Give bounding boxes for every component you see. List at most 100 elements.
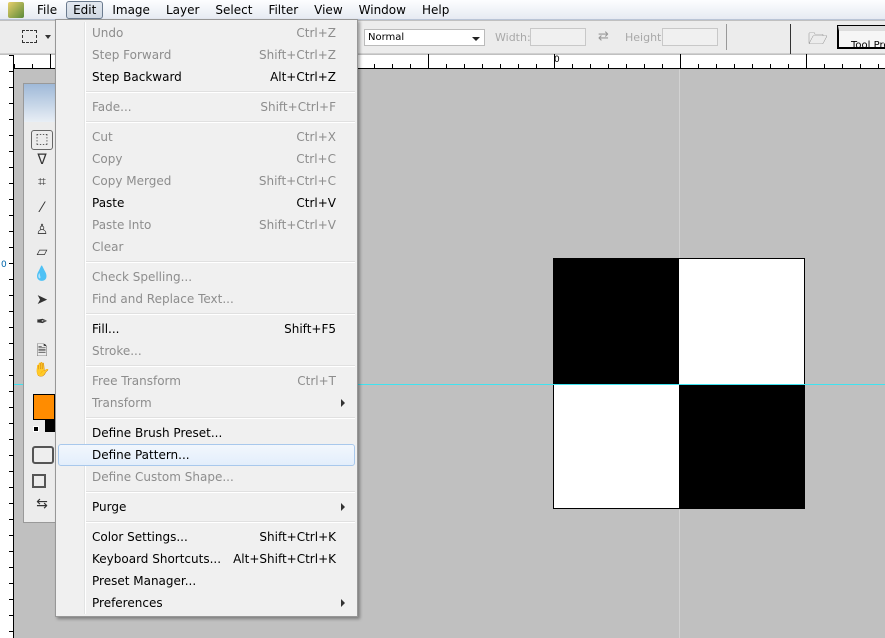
menu-item-define-pattern[interactable]: Define Pattern... [58,444,355,466]
menu-item-clear[interactable]: Clear [58,236,355,258]
ruler-tick [9,231,13,232]
rectangular-marquee-icon[interactable] [22,30,37,43]
notes-tool-icon[interactable]: 🗎 [31,340,53,360]
ruler-tick [9,71,13,72]
jump-to-imageready-icon[interactable]: ⇆ [31,496,53,516]
pen-tool-icon[interactable]: ✒ [31,314,53,334]
menu-item-step-forward[interactable]: Step Forward Shift+Ctrl+Z [58,44,355,66]
menu-separator [86,362,355,370]
menu-image[interactable]: Image [105,1,157,19]
menu-file[interactable]: File [30,1,64,19]
swap-icon[interactable]: ⇄ [598,29,609,44]
menu-item-check-spelling[interactable]: Check Spelling... [58,266,355,288]
crop-tool-icon[interactable]: ⌗ [31,174,53,194]
path-selection-icon[interactable]: ➤ [31,292,53,312]
background-color-swatch[interactable] [45,420,55,432]
ruler-tick [374,64,375,68]
ruler-tick [554,54,555,68]
hand-tool-icon[interactable]: ✋ [31,362,53,382]
menu-item-label: Color Settings... [92,530,188,544]
menu-item-shortcut: Alt+Ctrl+Z [270,70,336,84]
menu-item-preferences[interactable]: Preferences [58,592,355,614]
quick-mask-icon[interactable] [32,446,54,464]
menu-item-undo[interactable]: Undo Ctrl+Z [58,22,355,44]
ruler-tick [9,215,13,216]
blur-tool-icon[interactable]: 💧 [31,266,53,286]
healing-brush-icon[interactable]: ⁄ [31,200,53,220]
menu-item-label: Paste [92,196,125,210]
menu-separator [86,488,355,496]
menu-item-shortcut: Alt+Shift+Ctrl+K [233,552,336,566]
menu-item-free-transform[interactable]: Free Transform Ctrl+T [58,370,355,392]
marquee-tool-icon[interactable]: ⬚ [31,130,53,150]
menu-item-keyboard-shortcuts[interactable]: Keyboard Shortcuts... Alt+Shift+Ctrl+K [58,548,355,570]
menu-separator [86,414,355,422]
ruler-tick [9,487,13,488]
ruler-tick [716,64,717,68]
menu-item-fade[interactable]: Fade... Shift+Ctrl+F [58,96,355,118]
menu-item-label: Step Backward [92,70,182,84]
height-input[interactable] [662,28,718,46]
menu-item-copy-merged[interactable]: Copy Merged Shift+Ctrl+C [58,170,355,192]
width-label: Width: [495,31,531,44]
ruler-tick [9,567,13,568]
ruler-tick [9,423,13,424]
menu-item-fill[interactable]: Fill... Shift+F5 [58,318,355,340]
menu-item-shortcut: Shift+F5 [284,322,336,336]
menu-item-paste[interactable]: Paste Ctrl+V [58,192,355,214]
menu-filter[interactable]: Filter [261,1,305,19]
menu-item-paste-into[interactable]: Paste Into Shift+Ctrl+V [58,214,355,236]
menu-edit[interactable]: Edit [66,0,104,19]
menu-item-label: Purge [92,500,127,514]
app-icon[interactable] [8,1,24,18]
style-select[interactable]: Normal [364,29,485,46]
ruler-tick [392,64,393,68]
clone-stamp-icon[interactable]: ♙ [31,222,53,242]
ruler-tick [806,54,807,68]
menu-item-shortcut: Shift+Ctrl+K [259,530,336,544]
divider [726,24,727,50]
ruler-tick [9,119,13,120]
menu-item-label: Preferences [92,596,163,610]
screen-mode-icon[interactable] [32,474,46,488]
ruler-tick [9,375,13,376]
menu-item-label: Step Forward [92,48,172,62]
foreground-color-swatch[interactable] [33,394,55,420]
menu-help[interactable]: Help [415,1,456,19]
ruler-tick [9,167,13,168]
ruler-tick [9,183,13,184]
menu-item-shortcut: Ctrl+V [296,196,336,210]
ruler-tick [842,64,843,68]
menu-item-purge[interactable]: Purge [58,496,355,518]
ruler-tick [9,151,13,152]
menu-item-define-custom-shape[interactable]: Define Custom Shape... [58,466,355,488]
default-colors-icon[interactable] [33,426,39,432]
menu-item-label: Define Brush Preset... [92,426,223,440]
width-input[interactable] [530,28,586,46]
menu-select[interactable]: Select [208,1,259,19]
menu-layer[interactable]: Layer [159,1,206,19]
menu-view[interactable]: View [307,1,349,19]
tool-preset-dropdown-icon[interactable] [45,35,51,39]
menu-item-cut[interactable]: Cut Ctrl+X [58,126,355,148]
menu-item-copy[interactable]: Copy Ctrl+C [58,148,355,170]
lasso-tool-icon[interactable]: ᐁ [31,152,53,172]
ruler-tick [788,64,789,68]
menu-item-label: Define Custom Shape... [92,470,234,484]
ruler-tick [9,135,13,136]
menu-item-define-brush-preset[interactable]: Define Brush Preset... [58,422,355,444]
menu-item-color-settings[interactable]: Color Settings... Shift+Ctrl+K [58,526,355,548]
tool-presets-tab[interactable]: Tool Presets [837,25,885,49]
ruler-tick [824,64,825,68]
menu-item-transform[interactable]: Transform [58,392,355,414]
file-browser-icon[interactable]: 🗁 [808,28,828,55]
eraser-tool-icon[interactable]: ▱ [31,244,53,264]
ruler-tick [482,64,483,68]
menu-window[interactable]: Window [352,1,413,19]
menu-item-find-and-replace-text[interactable]: Find and Replace Text... [58,288,355,310]
menu-item-preset-manager[interactable]: Preset Manager... [58,570,355,592]
ruler-tick [9,263,13,264]
ruler-tick [770,64,771,68]
menu-item-step-backward[interactable]: Step Backward Alt+Ctrl+Z [58,66,355,88]
menu-item-stroke[interactable]: Stroke... [58,340,355,362]
